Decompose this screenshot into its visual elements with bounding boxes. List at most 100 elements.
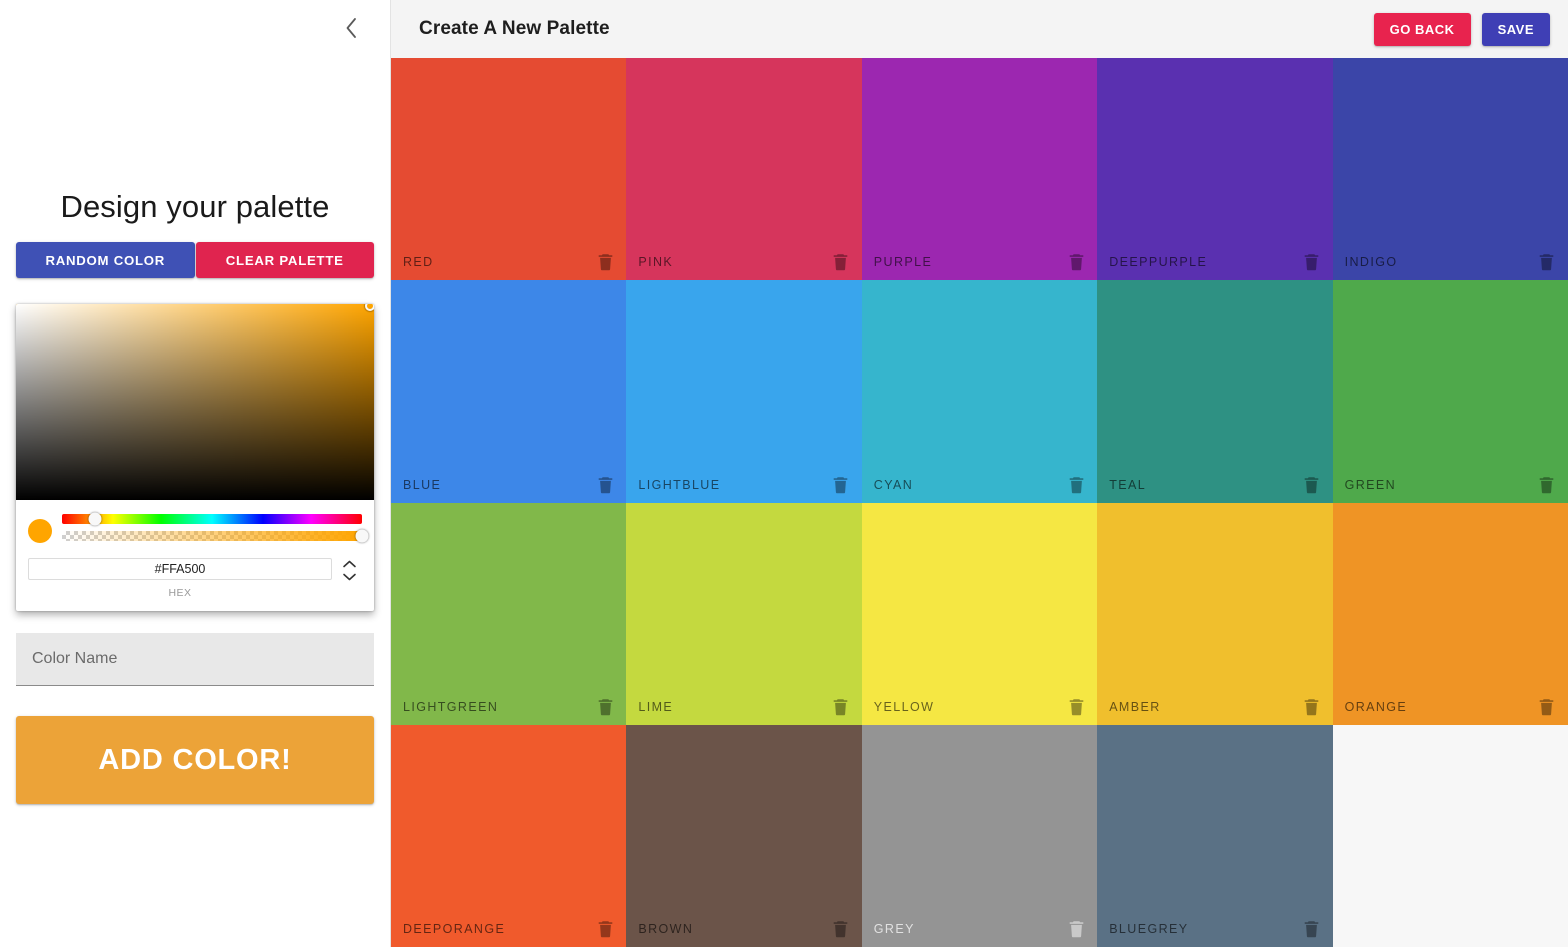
drawer-action-buttons: RANDOM COLOR CLEAR PALETTE — [16, 242, 374, 279]
palette-color-box[interactable]: LIGHTGREEN — [391, 502, 627, 725]
saturation-pointer[interactable] — [365, 304, 374, 312]
drawer-body: Design your palette RANDOM COLOR CLEAR P… — [0, 56, 390, 947]
palette-color-box[interactable]: GREY — [861, 724, 1098, 947]
trash-icon[interactable] — [596, 476, 614, 494]
palette-color-name: BLUE — [403, 477, 442, 492]
hue-slider[interactable] — [62, 512, 362, 526]
palette-color-footer: TEAL — [1097, 467, 1332, 503]
saturation-value-area[interactable] — [16, 304, 374, 501]
palette-color-name: GREY — [873, 922, 915, 936]
palette-color-box[interactable]: YELLOW — [861, 502, 1098, 725]
palette-color-name: PINK — [638, 255, 674, 270]
trash-icon[interactable] — [832, 698, 850, 716]
color-picker[interactable]: HEX — [16, 304, 374, 612]
palette-color-box[interactable]: RED — [391, 58, 627, 281]
palette-color-box[interactable]: BLUE — [391, 280, 627, 503]
saturation-black-gradient — [16, 304, 374, 501]
palette-color-box[interactable]: BLUEGREY — [1097, 724, 1333, 947]
palette-color-name: BROWN — [638, 922, 694, 936]
palette-color-name: PURPLE — [873, 255, 933, 270]
trash-icon[interactable] — [1538, 253, 1556, 271]
alpha-slider-handle[interactable] — [355, 529, 369, 543]
current-color-swatch — [28, 519, 52, 544]
trash-icon[interactable] — [832, 253, 850, 271]
trash-icon[interactable] — [1067, 476, 1085, 494]
palette-main: Create A New Palette GO BACK SAVE RED PIN… — [390, 0, 1568, 947]
trash-icon[interactable] — [1067, 698, 1085, 716]
palette-builder-app: Design your palette RANDOM COLOR CLEAR P… — [0, 0, 1568, 947]
palette-color-name: GREEN — [1344, 477, 1397, 492]
palette-color-footer: GREEN — [1333, 467, 1568, 503]
trash-icon[interactable] — [1303, 920, 1321, 938]
hue-slider-handle[interactable] — [88, 512, 102, 526]
trash-icon[interactable] — [1067, 920, 1085, 938]
color-name-field-wrap — [16, 633, 374, 687]
palette-color-box[interactable]: LIGHTBLUE — [626, 280, 862, 503]
palette-color-name: ORANGE — [1344, 699, 1408, 714]
palette-color-footer: RED — [391, 244, 626, 280]
palette-color-name: AMBER — [1109, 699, 1161, 714]
palette-color-name: BLUEGREY — [1109, 922, 1189, 936]
trash-icon[interactable] — [832, 920, 850, 938]
trash-icon[interactable] — [1303, 253, 1321, 271]
palette-color-footer: BLUEGREY — [1097, 911, 1332, 947]
palette-color-footer: DEEPORANGE — [391, 911, 626, 947]
clear-palette-button[interactable]: CLEAR PALETTE — [195, 242, 374, 279]
trash-icon[interactable] — [1067, 253, 1085, 271]
trash-icon[interactable] — [596, 253, 614, 271]
palette-color-name: TEAL — [1109, 477, 1147, 492]
top-navbar: Create A New Palette GO BACK SAVE — [391, 0, 1568, 58]
hex-label: HEX — [168, 587, 192, 600]
trash-icon[interactable] — [596, 920, 614, 938]
palette-color-box[interactable]: LIME — [626, 502, 862, 725]
stepper-updown-icon[interactable] — [336, 558, 362, 581]
palette-color-footer: PINK — [626, 244, 861, 280]
picker-sliders — [16, 500, 374, 554]
palette-color-name: INDIGO — [1344, 255, 1398, 270]
palette-color-footer: BROWN — [626, 911, 861, 947]
palette-color-footer: INDIGO — [1333, 244, 1568, 280]
palette-color-footer: BLUE — [391, 467, 626, 503]
trash-icon[interactable] — [1303, 476, 1321, 494]
palette-color-name: DEEPORANGE — [403, 922, 506, 936]
palette-color-footer: DEEPPURPLE — [1097, 244, 1332, 280]
palette-color-box[interactable]: BROWN — [626, 724, 862, 947]
navbar-title: Create A New Palette — [419, 18, 610, 39]
palette-color-box[interactable]: DEEPPURPLE — [1097, 58, 1333, 281]
palette-color-box[interactable]: DEEPORANGE — [391, 724, 627, 947]
palette-color-box[interactable]: AMBER — [1097, 502, 1333, 725]
random-color-button[interactable]: RANDOM COLOR — [16, 242, 195, 279]
trash-icon[interactable] — [1303, 698, 1321, 716]
palette-color-name: DEEPPURPLE — [1109, 255, 1208, 270]
palette-color-footer: LIGHTBLUE — [626, 467, 861, 503]
palette-color-name: LIGHTBLUE — [638, 477, 721, 492]
hex-field-group: HEX — [28, 558, 332, 599]
palette-color-box[interactable]: CYAN — [861, 280, 1098, 503]
hex-input[interactable] — [28, 558, 332, 581]
color-name-input[interactable] — [16, 633, 374, 687]
trash-icon[interactable] — [832, 476, 850, 494]
palette-color-box[interactable]: GREEN — [1332, 280, 1568, 503]
chevron-left-icon[interactable] — [334, 11, 368, 45]
palette-color-name: YELLOW — [873, 699, 935, 714]
hex-input-row: HEX — [16, 554, 374, 611]
palette-color-footer: ORANGE — [1333, 689, 1568, 725]
trash-icon[interactable] — [1538, 698, 1556, 716]
palette-color-footer: YELLOW — [862, 689, 1097, 725]
add-color-button[interactable]: ADD COLOR! — [16, 716, 374, 805]
palette-color-name: LIME — [638, 699, 674, 714]
palette-color-box[interactable]: PINK — [626, 58, 862, 281]
palette-color-box[interactable]: PURPLE — [861, 58, 1098, 281]
palette-color-box[interactable]: ORANGE — [1332, 502, 1568, 725]
save-button[interactable]: SAVE — [1481, 12, 1550, 46]
page-title: Design your palette — [60, 189, 330, 224]
design-drawer: Design your palette RANDOM COLOR CLEAR P… — [0, 0, 390, 947]
palette-color-box[interactable]: INDIGO — [1332, 58, 1568, 281]
alpha-slider[interactable] — [62, 529, 369, 543]
palette-grid: RED PINK PURPLE DEEPPURPLE INDIGO BLUE LIGHTBL… — [391, 58, 1568, 947]
trash-icon[interactable] — [596, 698, 614, 716]
trash-icon[interactable] — [1538, 476, 1556, 494]
palette-color-box[interactable]: TEAL — [1097, 280, 1333, 503]
go-back-button[interactable]: GO BACK — [1373, 12, 1471, 46]
palette-color-footer: PURPLE — [862, 244, 1097, 280]
